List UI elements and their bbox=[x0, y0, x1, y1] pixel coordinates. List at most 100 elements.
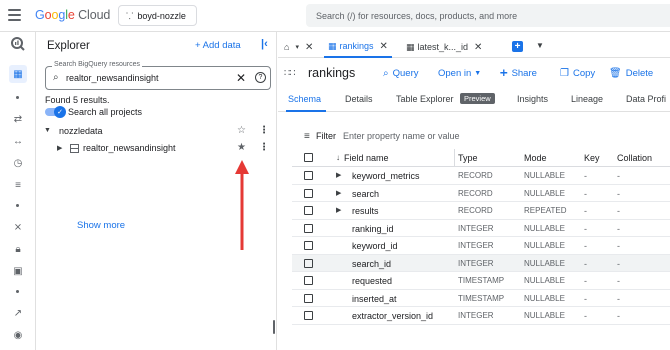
share-button[interactable]: ➕︎ Share bbox=[500, 68, 537, 79]
tab-label: latest_k..._id bbox=[417, 42, 469, 52]
expand-icon[interactable]: ▶ bbox=[336, 206, 341, 214]
compass-icon[interactable]: ◉ bbox=[9, 328, 27, 342]
project-picker[interactable]: ⸪ boyd-nozzle bbox=[118, 5, 197, 26]
table-row[interactable]: keyword_id INTEGER NULLABLE - - bbox=[292, 237, 670, 255]
open-in-button[interactable]: Open in ▼ bbox=[438, 68, 481, 79]
analytics-hub-icon[interactable]: ⨯ bbox=[9, 220, 27, 234]
field-key: - bbox=[584, 276, 587, 286]
bigquery-logo-icon[interactable] bbox=[9, 37, 27, 51]
scrollbar[interactable] bbox=[273, 320, 275, 334]
table-row[interactable]: ranking_id INTEGER NULLABLE - - bbox=[292, 220, 670, 237]
project-label: nozzledata bbox=[59, 126, 103, 136]
workflow-icon[interactable]: ≡ bbox=[9, 178, 27, 192]
caret-down-icon[interactable]: ▾ bbox=[295, 43, 299, 51]
new-tab-icon[interactable]: + bbox=[512, 41, 523, 52]
field-name: search_id bbox=[352, 258, 392, 269]
project-tree-row[interactable]: ▼ nozzledata ☆ ⋮ bbox=[37, 124, 276, 140]
resource-search-input[interactable]: Search BigQuery resources ⌕ realtor_news… bbox=[45, 61, 271, 90]
collapse-panel-icon[interactable]: |‹ bbox=[261, 38, 268, 50]
table-row[interactable]: extractor_version_id INTEGER NULLABLE - - bbox=[292, 307, 670, 325]
close-icon[interactable]: ✕ bbox=[474, 42, 482, 53]
monitoring-icon[interactable]: ↗ bbox=[9, 306, 27, 320]
nav-dot bbox=[16, 204, 19, 207]
active-tab-indicator bbox=[286, 110, 326, 112]
nav-dot bbox=[16, 96, 19, 99]
table-row[interactable]: ▶ results RECORD REPEATED - - bbox=[292, 202, 670, 220]
expand-icon[interactable]: ▶ bbox=[336, 189, 341, 197]
show-more-link[interactable]: Show more bbox=[77, 220, 125, 231]
field-name: keyword_id bbox=[352, 241, 398, 251]
row-checkbox[interactable] bbox=[304, 241, 313, 250]
search-label: Search BigQuery resources bbox=[52, 61, 142, 68]
copy-icon: ❐ bbox=[560, 68, 569, 79]
copy-button[interactable]: ❐ Copy bbox=[560, 68, 595, 79]
table-row[interactable]: requested TIMESTAMP NULLABLE - - bbox=[292, 272, 670, 290]
caret-down-icon[interactable]: ▼ bbox=[536, 41, 544, 50]
copy-label: Copy bbox=[572, 68, 596, 79]
caret-right-icon[interactable]: ▶ bbox=[57, 144, 62, 152]
field-type: INTEGER bbox=[458, 311, 494, 320]
star-outline-icon[interactable]: ☆ bbox=[237, 125, 246, 136]
explorer-nav-icon[interactable]: ▦ bbox=[9, 65, 27, 83]
preview-badge: Preview bbox=[460, 93, 495, 104]
row-checkbox[interactable] bbox=[304, 171, 313, 180]
tab-insights[interactable]: Insights bbox=[517, 94, 548, 104]
tab-latest[interactable]: ▦ latest_k..._id ✕ bbox=[406, 36, 482, 58]
row-checkbox[interactable] bbox=[304, 258, 313, 268]
close-icon[interactable]: ✕ bbox=[305, 42, 313, 53]
tab-schema[interactable]: Schema bbox=[288, 94, 321, 104]
filter-input[interactable]: Enter property name or value bbox=[343, 131, 460, 141]
header-field-name[interactable]: Field name bbox=[344, 153, 389, 163]
help-icon[interactable]: ? bbox=[255, 72, 266, 83]
add-data-button[interactable]: + Add data bbox=[195, 40, 241, 51]
pipeline-icon[interactable]: ↔ bbox=[9, 134, 27, 148]
query-button[interactable]: ⌕ Query bbox=[383, 68, 418, 79]
search-all-projects-toggle[interactable]: ✓ bbox=[45, 106, 66, 118]
scheduled-queries-icon[interactable]: ◷ bbox=[9, 156, 27, 170]
lock-icon[interactable]: 🔒︎ bbox=[9, 242, 27, 256]
more-options-icon[interactable]: ⋮ bbox=[259, 125, 269, 136]
nav-dot bbox=[16, 290, 19, 293]
row-checkbox[interactable] bbox=[304, 206, 313, 215]
tab-lineage[interactable]: Lineage bbox=[571, 94, 603, 104]
row-checkbox[interactable] bbox=[304, 223, 313, 233]
capacity-icon[interactable]: ▣ bbox=[9, 264, 27, 278]
delete-button[interactable]: 🗑︎ Delete bbox=[609, 68, 653, 79]
tab-table-explorer[interactable]: Table Explorer bbox=[396, 94, 454, 104]
tab-details[interactable]: Details bbox=[345, 94, 373, 104]
left-nav-rail: ▦ ⇄ ↔ ◷ ≡ ⨯ 🔒︎ ▣ ↗ ◉ bbox=[0, 32, 36, 350]
table-row[interactable]: ▶ keyword_metrics RECORD NULLABLE - - bbox=[292, 167, 670, 185]
schema-filter[interactable]: ≡ Filter Enter property name or value bbox=[300, 129, 670, 145]
row-checkbox[interactable] bbox=[304, 188, 313, 198]
toggle-label: Search all projects bbox=[68, 107, 143, 117]
tab-rankings[interactable]: ▦ rankings ✕ bbox=[324, 36, 392, 58]
dataset-tree-row[interactable]: ▶ realtor_newsandinsight ★ ⋮ bbox=[37, 141, 276, 157]
row-checkbox[interactable] bbox=[304, 276, 313, 285]
field-key: - bbox=[584, 258, 587, 269]
expand-icon[interactable]: ▶ bbox=[336, 171, 341, 179]
global-search-input[interactable]: Search (/) for resources, docs, products… bbox=[306, 4, 670, 27]
check-icon: ✓ bbox=[54, 106, 66, 118]
dataset-label: realtor_newsandinsight bbox=[83, 143, 176, 153]
more-options-icon[interactable]: ⋮ bbox=[259, 142, 269, 153]
menu-icon[interactable] bbox=[8, 9, 21, 21]
star-filled-icon[interactable]: ★ bbox=[237, 142, 246, 153]
project-icon: ⸪ bbox=[126, 11, 134, 21]
close-icon[interactable]: ✕ bbox=[380, 41, 388, 52]
table-row[interactable]: inserted_at TIMESTAMP NULLABLE - - bbox=[292, 290, 670, 307]
home-tab[interactable]: ⌂ ▾ ✕ bbox=[284, 36, 313, 58]
sort-down-icon[interactable]: ↓ bbox=[336, 153, 340, 162]
table-row[interactable]: ▶ search RECORD NULLABLE - - bbox=[292, 185, 670, 202]
table-row[interactable]: search_id INTEGER NULLABLE - - bbox=[292, 254, 670, 272]
caret-down-icon[interactable]: ▼ bbox=[44, 127, 51, 134]
field-collation: - bbox=[617, 311, 620, 321]
clear-icon[interactable]: ✕ bbox=[236, 71, 246, 85]
table-header: ∷∷ rankings ⌕ Query Open in ▼ ➕︎ Share ❐… bbox=[278, 60, 670, 88]
tab-data-profile[interactable]: Data Profi bbox=[626, 94, 666, 104]
google-cloud-logo[interactable]: Google Cloud bbox=[35, 8, 110, 22]
field-key: - bbox=[584, 241, 587, 251]
row-checkbox[interactable] bbox=[304, 293, 313, 303]
select-all-checkbox[interactable] bbox=[304, 153, 313, 162]
transfers-icon[interactable]: ⇄ bbox=[9, 112, 27, 126]
row-checkbox[interactable] bbox=[304, 311, 313, 320]
